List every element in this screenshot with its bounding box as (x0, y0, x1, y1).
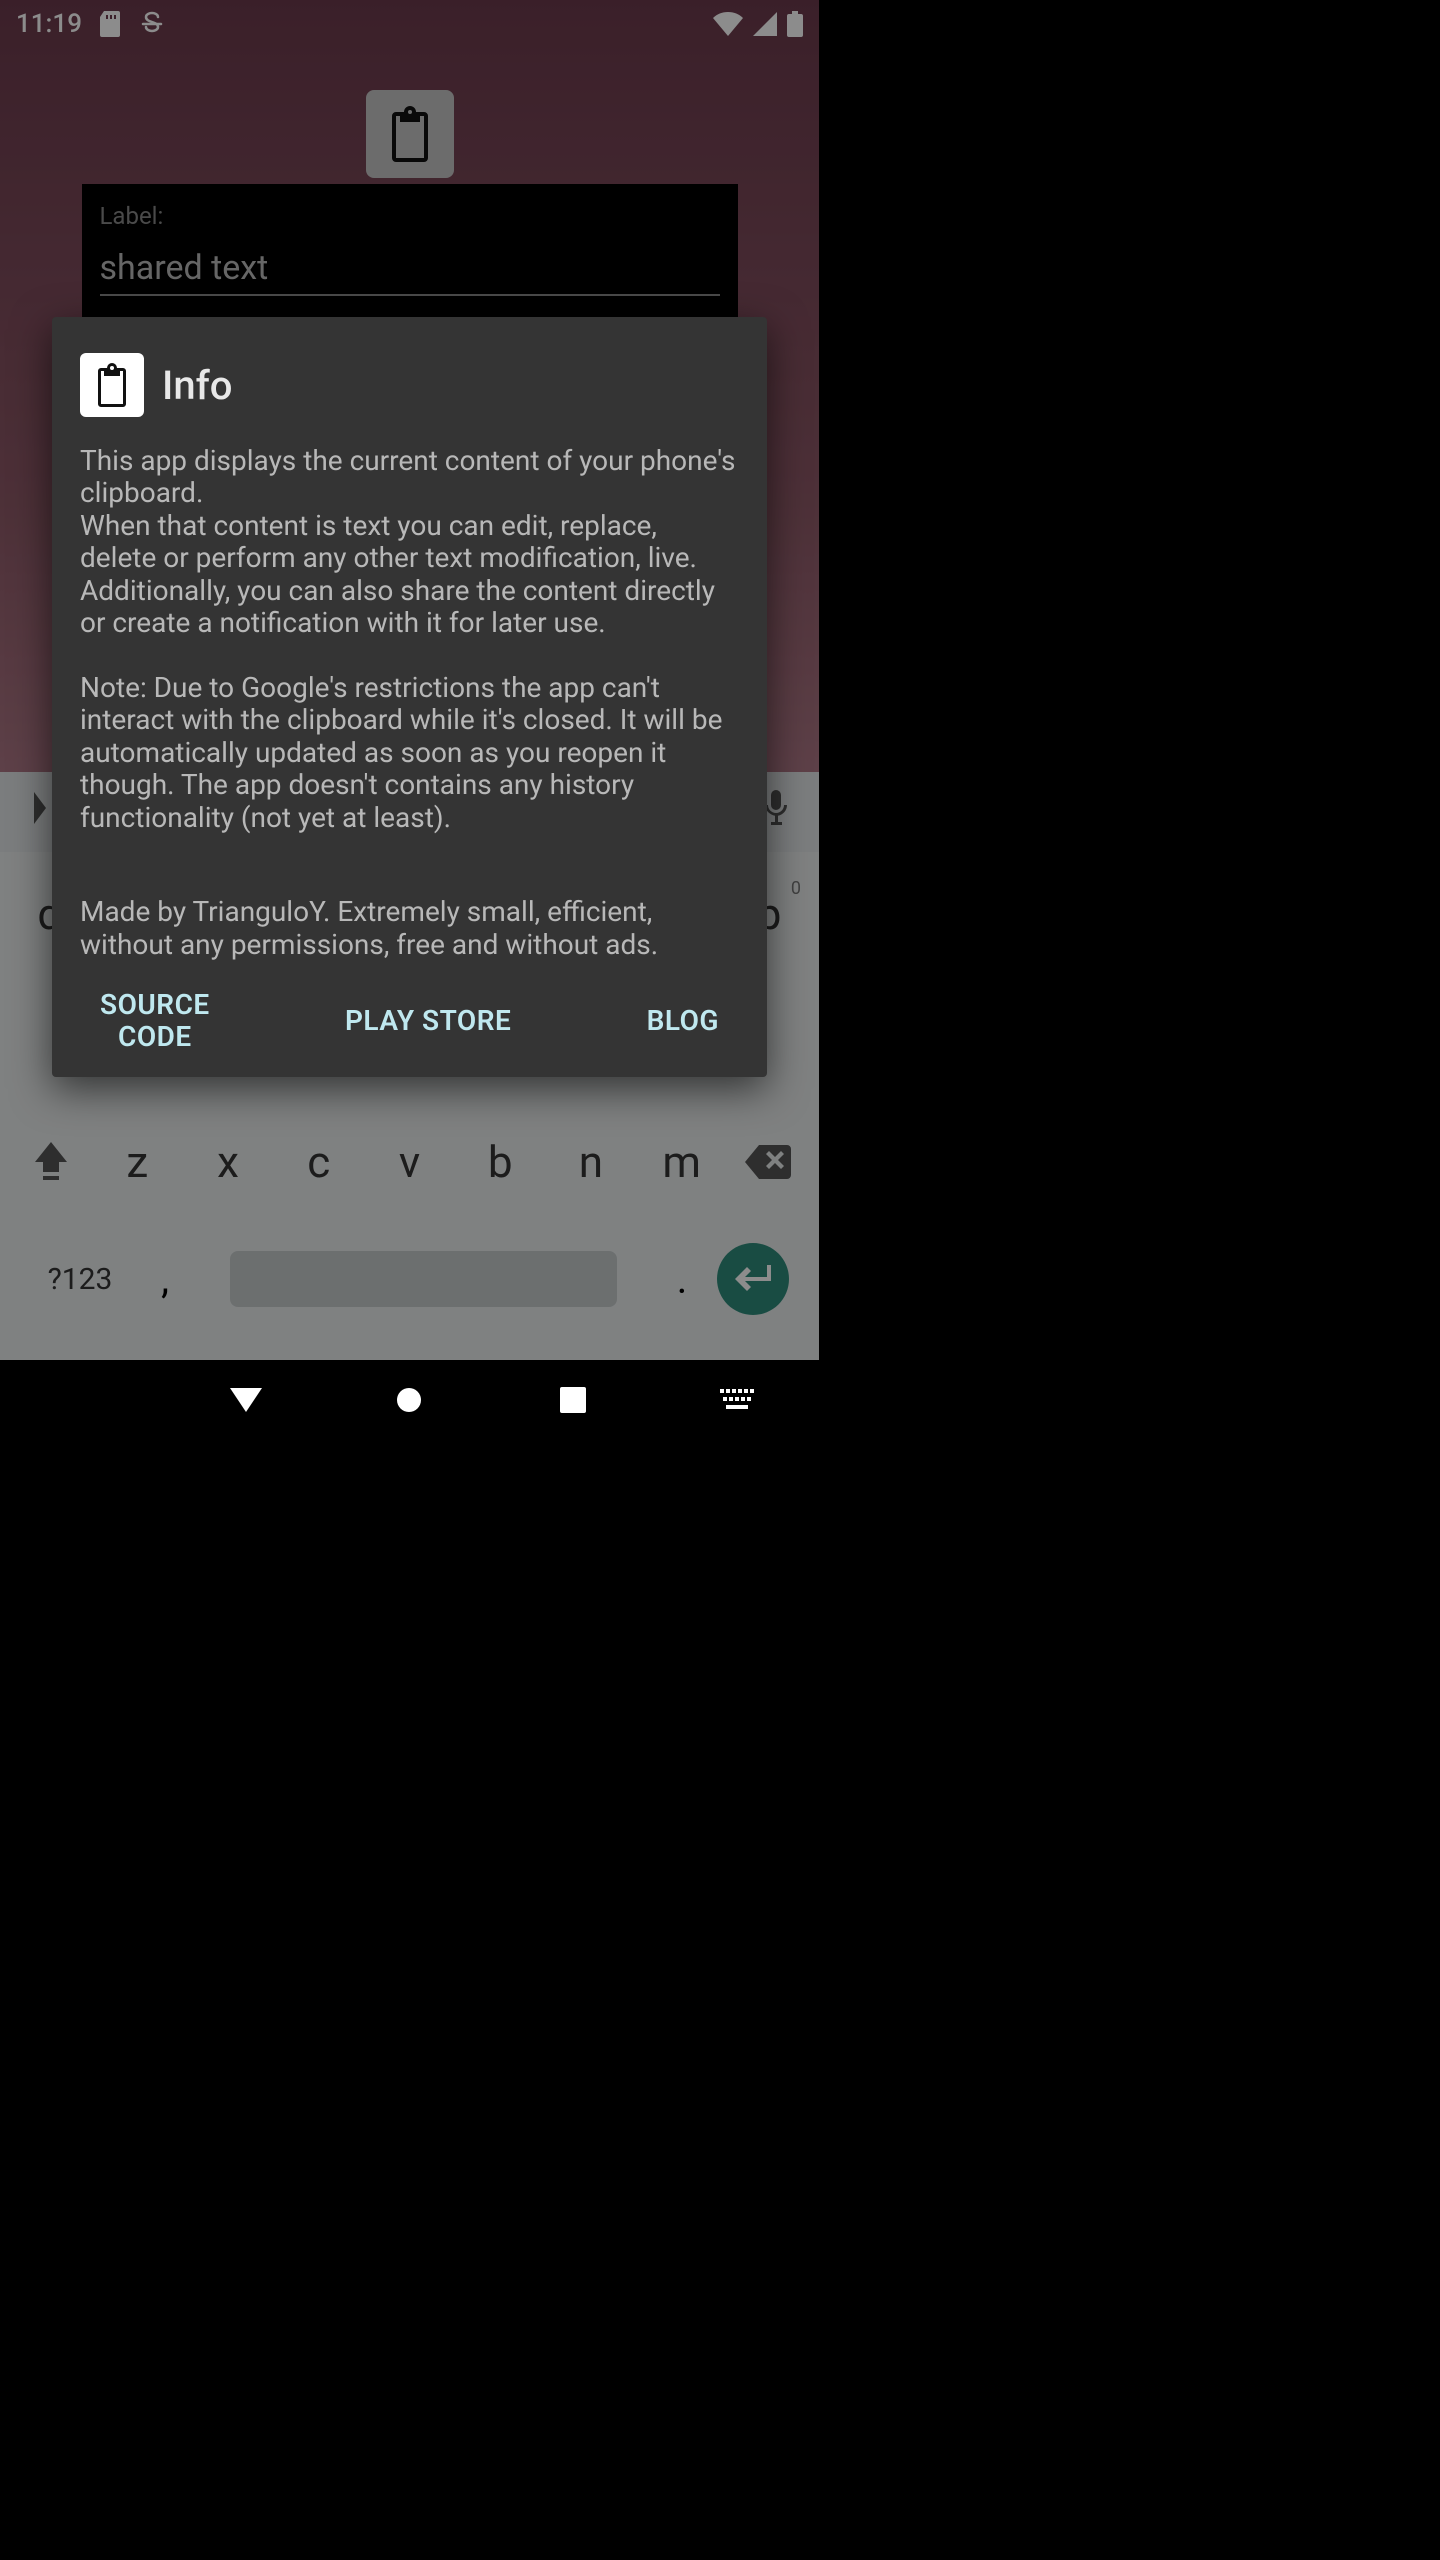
info-dialog: Info This app displays the current conte… (52, 317, 767, 1077)
blog-button[interactable]: BLOG (647, 1005, 719, 1037)
dialog-title: Info (162, 362, 232, 409)
source-code-button[interactable]: SOURCE CODE (100, 989, 210, 1053)
nav-recents-button[interactable] (543, 1370, 603, 1430)
play-store-button[interactable]: PLAY STORE (345, 1005, 511, 1037)
navigation-bar (0, 1360, 819, 1440)
dialog-paragraph-3: Made by TrianguloY. Extremely small, eff… (80, 896, 739, 961)
clipboard-icon (80, 353, 144, 417)
nav-keyboard-switch-button[interactable] (707, 1370, 767, 1430)
dialog-paragraph-2: Note: Due to Google's restrictions the a… (80, 672, 739, 834)
nav-home-button[interactable] (379, 1370, 439, 1430)
dialog-paragraph-1: This app displays the current content of… (80, 445, 739, 640)
nav-back-button[interactable] (216, 1370, 276, 1430)
